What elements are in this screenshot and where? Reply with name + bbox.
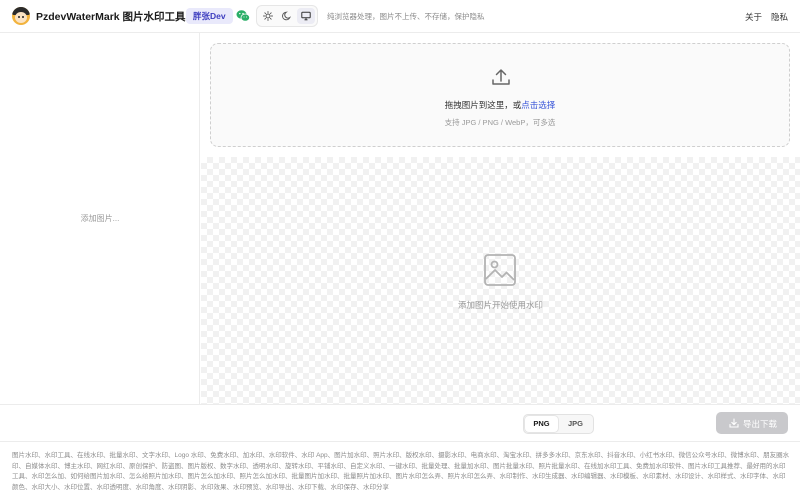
moon-icon xyxy=(282,11,292,21)
format-toggle: PNG JPG xyxy=(523,414,594,434)
upload-icon xyxy=(492,69,510,85)
export-button-label: 导出下载 xyxy=(743,419,778,429)
upload-format-hint: 支持 JPG / PNG / WebP，可多选 xyxy=(444,118,556,127)
upload-dropzone[interactable]: 拖拽图片到这里，或点击选择 支持 JPG / PNG / WebP，可多选 xyxy=(210,43,790,147)
wechat-icon[interactable] xyxy=(236,9,250,23)
app-header: PzdevWaterMark 图片水印工具 胖张Dev 纯浏览器处理，图片不上传… xyxy=(0,0,800,33)
author-badge[interactable]: 胖张Dev xyxy=(186,8,233,24)
theme-switcher xyxy=(256,5,318,27)
theme-system-button[interactable] xyxy=(297,8,315,24)
select-files-link[interactable]: 点击选择 xyxy=(521,100,555,110)
image-list-empty-text: 添加图片... xyxy=(80,214,120,223)
export-download-button[interactable]: 导出下载 xyxy=(716,412,788,434)
preview-canvas: 添加图片开始使用水印 xyxy=(201,157,800,404)
monitor-icon xyxy=(301,11,311,21)
app-logo[interactable] xyxy=(12,7,30,25)
download-icon xyxy=(729,418,739,428)
upload-prompt: 拖拽图片到这里，或点击选择 xyxy=(211,99,789,111)
image-icon xyxy=(484,254,516,286)
nav-privacy-link[interactable]: 隐私 xyxy=(771,11,788,23)
theme-dark-button[interactable] xyxy=(278,8,296,24)
theme-light-button[interactable] xyxy=(259,8,277,24)
seo-keywords-footer: 图片水印、水印工具、在线水印、批量水印、文字水印、Logo 水印、免费水印、加水… xyxy=(12,452,790,491)
nav-about-link[interactable]: 关于 xyxy=(745,11,762,23)
app-title: PzdevWaterMark 图片水印工具 xyxy=(36,11,186,23)
format-png-button[interactable]: PNG xyxy=(525,416,558,432)
image-list-panel: 添加图片... xyxy=(0,33,200,404)
sun-icon xyxy=(263,11,273,21)
export-toolbar: PNG JPG 导出下载 xyxy=(0,404,800,442)
preview-empty-text: 添加图片开始使用水印 xyxy=(457,300,543,310)
format-jpg-button[interactable]: JPG xyxy=(559,416,592,432)
upload-prompt-text: 拖拽图片到这里，或 xyxy=(444,100,522,110)
privacy-tagline: 纯浏览器处理，图片不上传、不存储，保护隐私 xyxy=(327,12,485,21)
